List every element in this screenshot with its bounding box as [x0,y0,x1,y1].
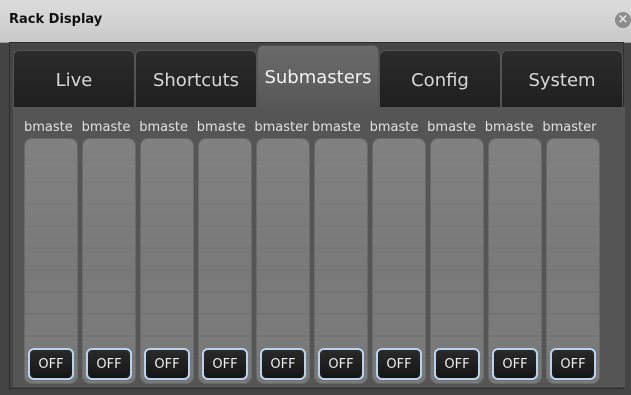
fader-label: bmaste [24,120,73,135]
fader-label: bmaster [542,120,597,135]
tab-shortcuts[interactable]: Shortcuts [135,50,257,107]
off-button[interactable]: OFF [550,348,596,380]
submaster-fader[interactable]: OFF [430,138,484,384]
fader-label: bmaste [369,120,419,135]
off-button[interactable]: OFF [492,348,538,380]
fader-labels: bmaste bmaste bmaste bmaste bmaster bmas… [24,118,614,138]
off-button[interactable]: OFF [434,348,480,380]
fader-label: bmaste [484,120,534,135]
fader-label: bmaster [254,120,309,135]
submaster-fader[interactable]: OFF [314,138,368,384]
off-button[interactable]: OFF [318,348,364,380]
tab-system[interactable]: System [501,50,623,107]
submaster-fader[interactable]: OFF [372,138,426,384]
off-button[interactable]: OFF [144,348,190,380]
submaster-fader[interactable]: OFF [256,138,310,384]
tab-submasters[interactable]: Submasters [257,45,379,107]
submaster-fader[interactable]: OFF [546,138,600,384]
tab-live[interactable]: Live [13,50,135,107]
tab-bar: Live Shortcuts Submasters Config System [13,45,625,107]
title-bar: Rack Display × [0,0,631,43]
off-button[interactable]: OFF [376,348,422,380]
fader-label: bmaste [196,120,246,135]
submaster-fader[interactable]: OFF [488,138,542,384]
fader-row: OFF OFF OFF OFF OFF OFF OFF OFF OFF OFF [24,138,604,384]
off-button[interactable]: OFF [260,348,306,380]
submaster-fader[interactable]: OFF [140,138,194,384]
off-button[interactable]: OFF [28,348,74,380]
fader-label: bmaste [81,120,131,135]
off-button[interactable]: OFF [202,348,248,380]
window-title: Rack Display [9,12,103,27]
tab-config[interactable]: Config [379,50,501,107]
fader-label: bmaste [311,120,361,135]
fader-label: bmaste [139,120,188,135]
close-icon[interactable]: × [615,12,631,28]
submaster-fader[interactable]: OFF [82,138,136,384]
off-button[interactable]: OFF [86,348,132,380]
submaster-fader[interactable]: OFF [24,138,78,384]
submaster-fader[interactable]: OFF [198,138,252,384]
fader-label: bmaste [427,120,476,135]
rack-display-window: Rack Display × Live Shortcuts Submasters… [0,0,631,395]
